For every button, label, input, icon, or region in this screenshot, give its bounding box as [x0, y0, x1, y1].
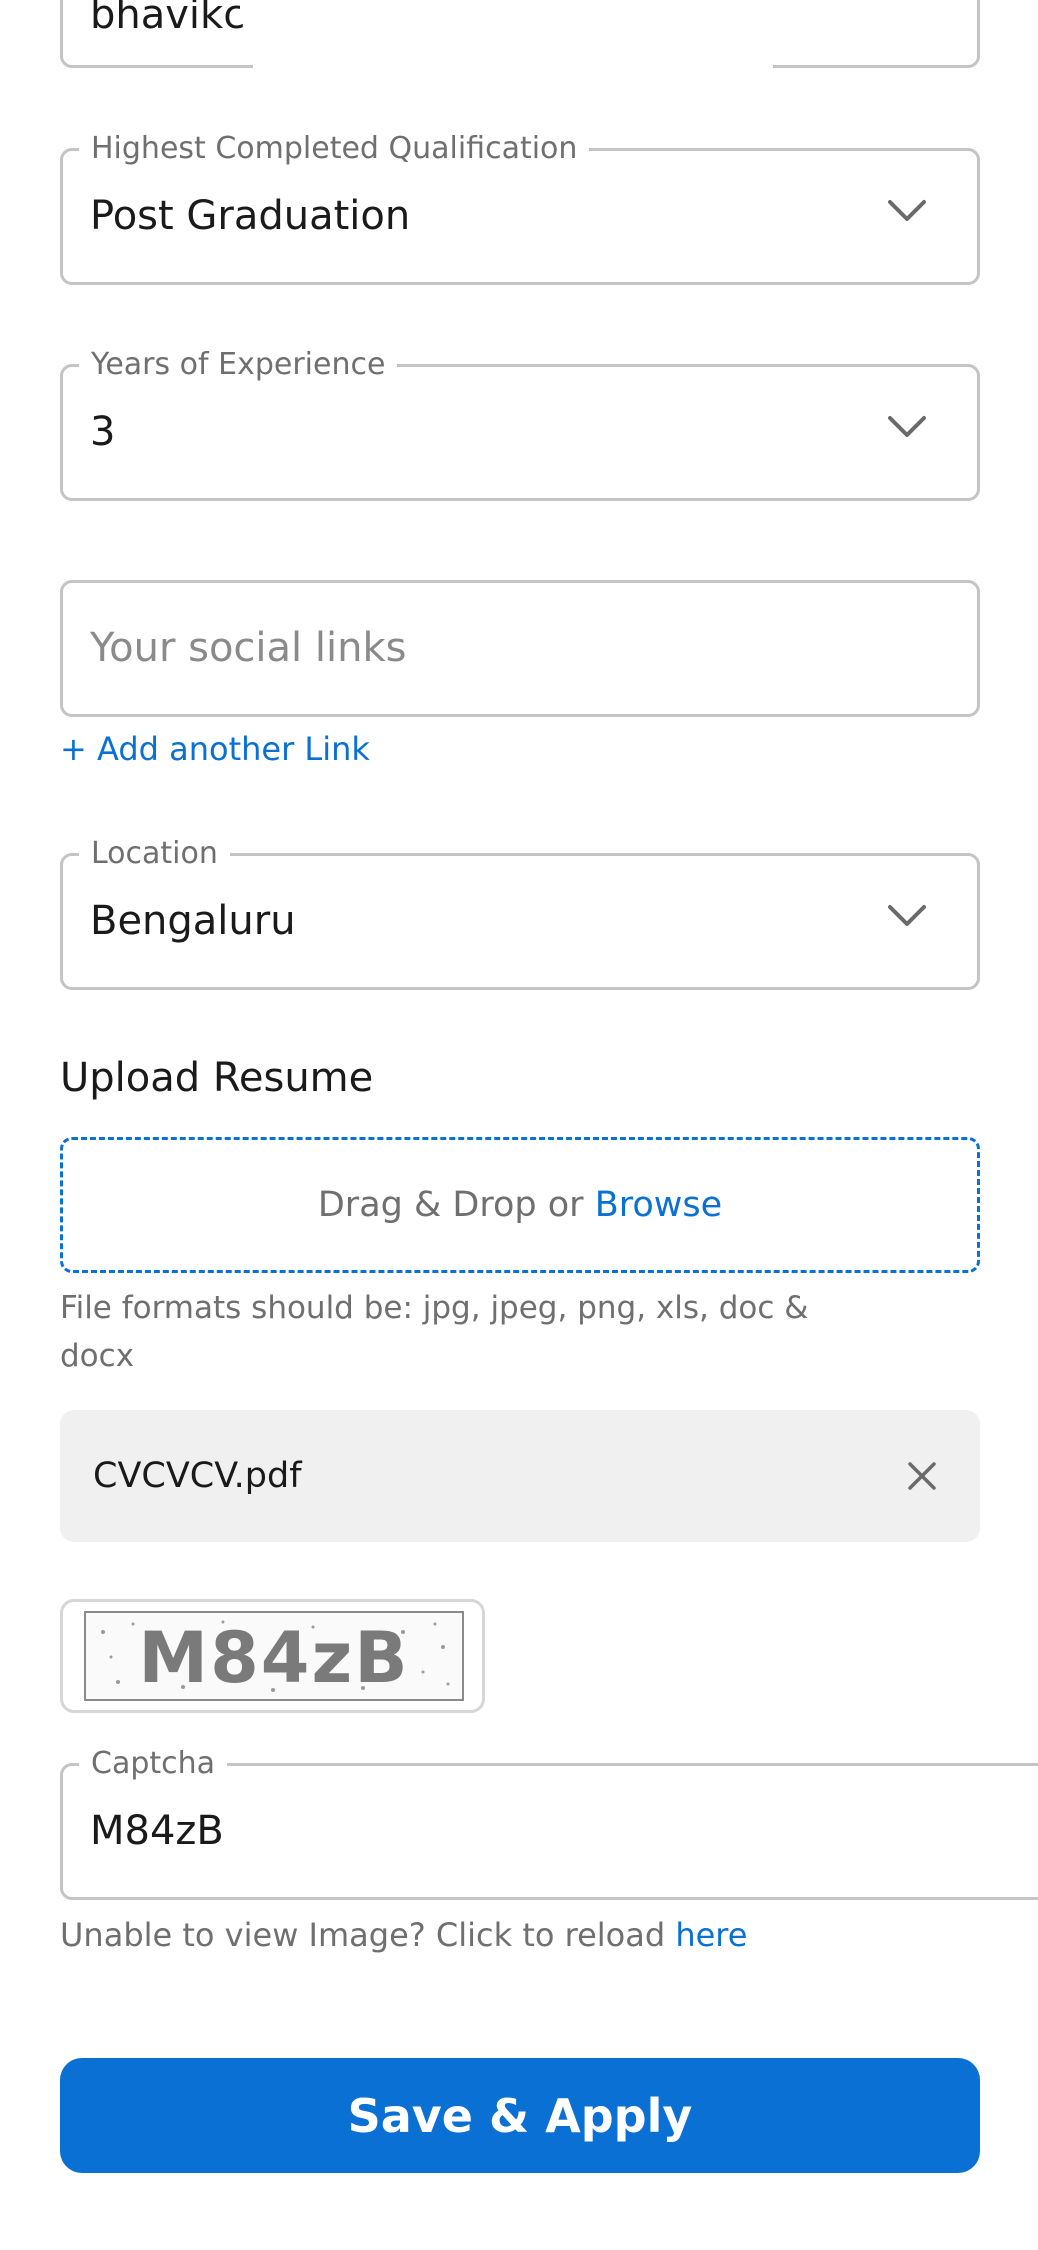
chevron-down-icon: [888, 200, 926, 221]
close-icon[interactable]: [902, 1456, 942, 1496]
browse-link[interactable]: Browse: [595, 1185, 722, 1225]
qualification-select[interactable]: Highest Completed Qualification Post Gra…: [60, 129, 980, 285]
experience-value: 3: [90, 409, 116, 455]
save-and-apply-button[interactable]: Save & Apply: [60, 2058, 980, 2173]
experience-label: Years of Experience: [79, 345, 398, 385]
chevron-down-icon: [888, 416, 926, 437]
name-field-value: bhavikc: [90, 0, 246, 38]
captcha-reload-text: Unable to view Image? Click to reload he…: [60, 1910, 747, 1960]
location-value: Bengaluru: [90, 898, 296, 944]
social-links-input[interactable]: Your social links: [60, 580, 980, 717]
top-scroll-mask: [240, 0, 800, 20]
qualification-value: Post Graduation: [90, 193, 411, 239]
drop-text: Drag & Drop or: [317, 1185, 584, 1225]
location-select[interactable]: Location Bengaluru: [60, 834, 980, 990]
captcha-image: M84zB: [60, 1599, 485, 1713]
uploaded-file-name: CVCVCV.pdf: [93, 1456, 302, 1496]
reload-message: Unable to view Image? Click to reload: [60, 1916, 666, 1954]
experience-select[interactable]: Years of Experience 3: [60, 345, 980, 501]
captcha-image-text: M84zB: [138, 1617, 409, 1699]
captcha-picture: M84zB: [84, 1611, 464, 1701]
upload-resume-title: Upload Resume: [60, 1055, 374, 1101]
add-another-link[interactable]: + Add another Link: [60, 727, 370, 771]
social-links-placeholder: Your social links: [90, 625, 407, 671]
scroll-fade: [253, 56, 773, 68]
reload-link[interactable]: here: [675, 1916, 747, 1954]
file-formats-hint: File formats should be: jpg, jpeg, png, …: [60, 1290, 809, 1374]
captcha-input[interactable]: Captcha M84zB: [60, 1744, 1038, 1900]
chevron-down-icon: [888, 905, 926, 926]
captcha-value: M84zB: [90, 1808, 224, 1854]
resume-dropzone[interactable]: Drag & Drop or Browse: [60, 1137, 980, 1273]
uploaded-file-chip: CVCVCV.pdf: [60, 1410, 980, 1542]
